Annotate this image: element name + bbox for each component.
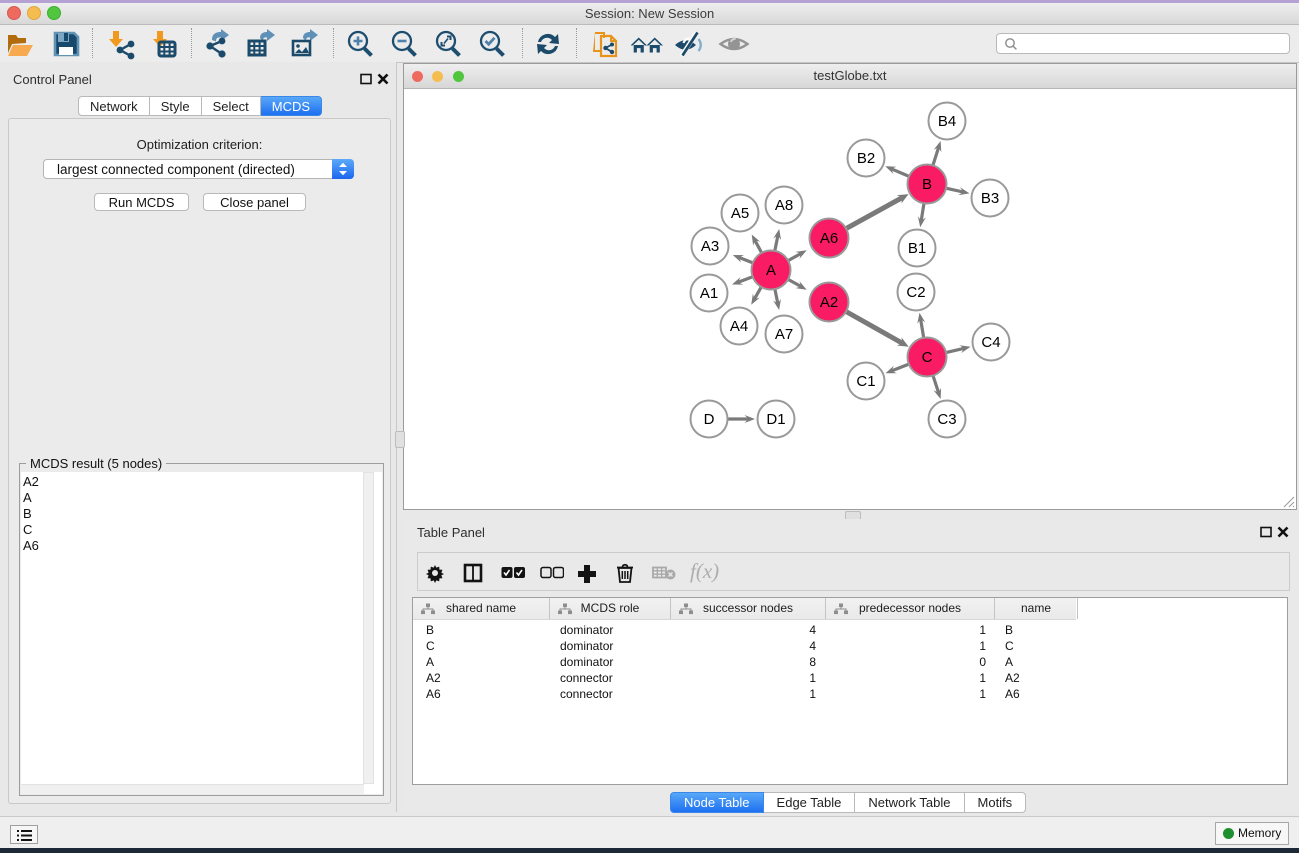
svg-text:B3: B3 <box>981 190 999 207</box>
svg-text:B: B <box>922 176 932 193</box>
svg-text:A5: A5 <box>731 205 749 222</box>
svg-text:D1: D1 <box>766 411 785 428</box>
svg-text:A: A <box>766 262 776 279</box>
svg-text:C: C <box>922 349 933 366</box>
svg-text:C3: C3 <box>937 411 956 428</box>
svg-text:B2: B2 <box>857 150 875 167</box>
svg-text:B4: B4 <box>938 113 956 130</box>
svg-text:C4: C4 <box>981 334 1000 351</box>
svg-text:A6: A6 <box>820 230 838 247</box>
svg-text:A4: A4 <box>730 318 748 335</box>
svg-text:A3: A3 <box>701 238 719 255</box>
svg-text:C2: C2 <box>906 284 925 301</box>
svg-text:A8: A8 <box>775 197 793 214</box>
svg-text:A7: A7 <box>775 326 793 343</box>
svg-text:C1: C1 <box>856 373 875 390</box>
svg-text:A2: A2 <box>820 294 838 311</box>
svg-text:D: D <box>704 411 715 428</box>
svg-text:B1: B1 <box>908 240 926 257</box>
svg-text:A1: A1 <box>700 285 718 302</box>
